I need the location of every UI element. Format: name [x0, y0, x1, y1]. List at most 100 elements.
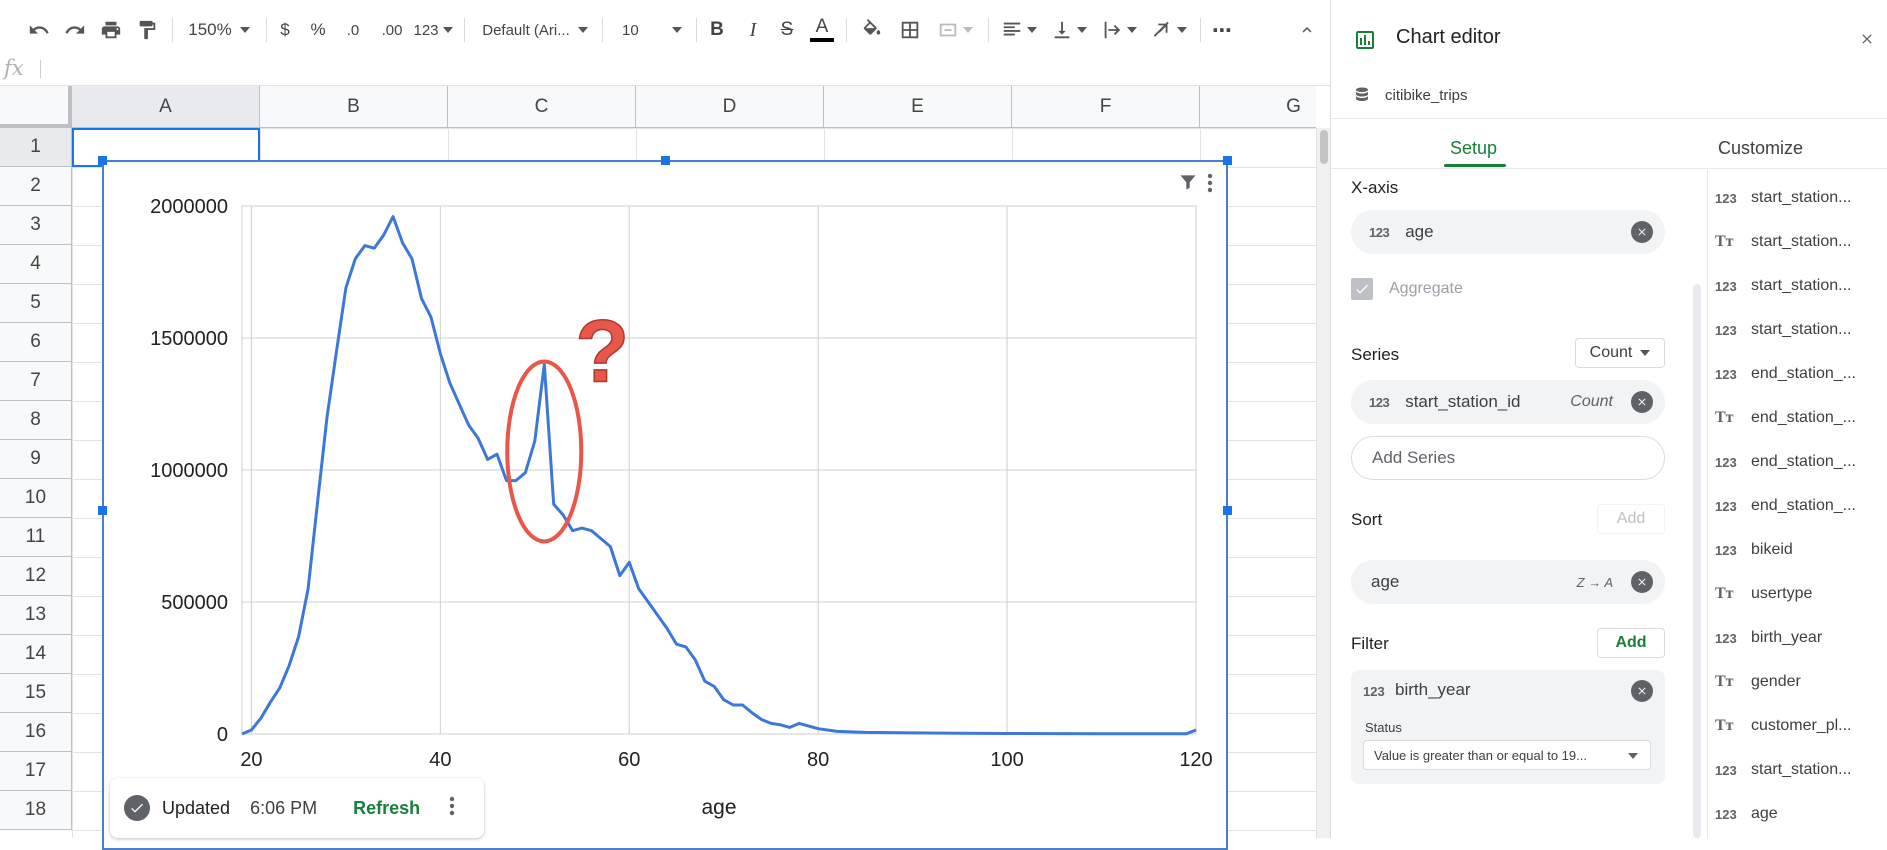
merge-cells-button[interactable]: [932, 14, 978, 46]
column-header-d[interactable]: D: [636, 86, 824, 128]
chart-filter-button[interactable]: [1178, 172, 1198, 197]
setup-scrollbar[interactable]: [1693, 284, 1701, 838]
remove-sort-button[interactable]: [1631, 571, 1653, 593]
number-format-select[interactable]: 123: [410, 14, 456, 46]
field-item[interactable]: Tт end_station_...: [1715, 398, 1856, 438]
column-header-b[interactable]: B: [260, 86, 448, 128]
field-item[interactable]: Tт customer_pl...: [1715, 706, 1851, 746]
row-header-2[interactable]: 2: [0, 167, 72, 206]
field-item[interactable]: 123 birth_year: [1715, 618, 1822, 658]
field-item[interactable]: 123 start_station...: [1715, 266, 1852, 306]
column-header-a[interactable]: A: [72, 86, 260, 128]
vertical-align-button[interactable]: [1048, 14, 1090, 46]
italic-button[interactable]: I: [740, 14, 766, 46]
print-button[interactable]: [96, 14, 126, 46]
remove-filter-button[interactable]: [1631, 680, 1653, 702]
filter-icon: [1180, 175, 1196, 190]
row-header-7[interactable]: 7: [0, 362, 72, 401]
percent-format-button[interactable]: %: [306, 14, 330, 46]
field-item[interactable]: 123 end_station_...: [1715, 442, 1856, 482]
field-item[interactable]: 123 end_station_...: [1715, 354, 1856, 394]
row-header-10[interactable]: 10: [0, 479, 72, 518]
text-wrap-button[interactable]: [1098, 14, 1140, 46]
font-size-select[interactable]: 10: [612, 14, 688, 46]
column-header-c[interactable]: C: [448, 86, 636, 128]
field-item[interactable]: 123 end_station_...: [1715, 486, 1856, 526]
series-aggregation-select[interactable]: Count: [1575, 338, 1665, 368]
fill-color-button[interactable]: [858, 14, 886, 46]
field-item[interactable]: 123 start_station...: [1715, 310, 1852, 350]
row-header-5[interactable]: 5: [0, 284, 72, 323]
row-header-4[interactable]: 4: [0, 245, 72, 284]
column-header-f[interactable]: F: [1012, 86, 1200, 128]
remove-series-button[interactable]: [1631, 391, 1653, 413]
increase-decimal-button[interactable]: .00: [374, 14, 410, 46]
row-header-14[interactable]: 14: [0, 635, 72, 674]
select-all-corner[interactable]: [0, 86, 72, 128]
paint-format-button[interactable]: [132, 14, 162, 46]
row-header-13[interactable]: 13: [0, 596, 72, 635]
aggregate-checkbox[interactable]: Aggregate: [1351, 278, 1463, 300]
add-series-button[interactable]: Add Series: [1351, 436, 1665, 480]
row-header-15[interactable]: 15: [0, 674, 72, 713]
decrease-decimal-button[interactable]: .0: [338, 14, 368, 46]
series-field-chip[interactable]: 123 start_station_id Count: [1351, 380, 1665, 424]
field-item[interactable]: 123 start_station...: [1715, 750, 1852, 790]
embedded-chart[interactable]: 0 500000 1000000 1500000 2000000 20 40 60 80 100 1…: [98, 156, 1232, 850]
filter-status-select[interactable]: Value is greater than or equal to 19...: [1363, 740, 1651, 770]
field-item[interactable]: Tт gender: [1715, 662, 1801, 702]
remove-xaxis-button[interactable]: [1631, 221, 1653, 243]
field-item[interactable]: 123 start_station...: [1715, 178, 1852, 218]
redo-button[interactable]: [60, 14, 90, 46]
row-header-3[interactable]: 3: [0, 206, 72, 245]
refresh-button[interactable]: Refresh: [353, 798, 420, 819]
sort-field-chip[interactable]: age Z → A: [1351, 560, 1665, 604]
row-header-6[interactable]: 6: [0, 323, 72, 362]
column-header-g[interactable]: G: [1200, 86, 1316, 128]
resize-handle-top-left[interactable]: [98, 156, 107, 165]
tab-setup[interactable]: Setup: [1450, 138, 1497, 159]
undo-button[interactable]: [24, 14, 54, 46]
zoom-select[interactable]: 150%: [184, 14, 254, 46]
horizontal-align-button[interactable]: [998, 14, 1040, 46]
text-rotation-button[interactable]: [1148, 14, 1190, 46]
scrollbar-thumb[interactable]: [1320, 130, 1328, 164]
resize-handle-left[interactable]: [98, 506, 107, 515]
text-color-label: A: [815, 16, 829, 37]
row-header-16[interactable]: 16: [0, 713, 72, 752]
bold-button[interactable]: B: [704, 14, 730, 46]
row-header-8[interactable]: 8: [0, 401, 72, 440]
row-header-11[interactable]: 11: [0, 518, 72, 557]
tab-customize[interactable]: Customize: [1718, 138, 1803, 159]
chart-menu-button[interactable]: [1206, 172, 1214, 199]
close-editor-button[interactable]: [1859, 31, 1875, 52]
add-sort-button[interactable]: Add: [1597, 504, 1665, 534]
collapse-toolbar-button[interactable]: [1294, 14, 1320, 46]
strikethrough-button[interactable]: S: [774, 14, 800, 46]
xaxis-field-chip[interactable]: 123 age: [1351, 210, 1665, 254]
resize-handle-top-right[interactable]: [1223, 156, 1232, 165]
row-header-17[interactable]: 17: [0, 752, 72, 791]
row-header-12[interactable]: 12: [0, 557, 72, 596]
sort-order-toggle[interactable]: Z → A: [1577, 575, 1613, 590]
data-source[interactable]: citibike_trips: [1353, 86, 1468, 104]
currency-format-button[interactable]: $: [274, 14, 296, 46]
more-button[interactable]: ⋯: [1210, 14, 1234, 46]
add-filter-button[interactable]: Add: [1597, 628, 1665, 658]
filter-card[interactable]: 123 birth_year Status Value is greater t…: [1351, 670, 1665, 784]
text-color-button[interactable]: A: [808, 14, 836, 46]
updated-more-button[interactable]: [448, 795, 456, 822]
field-item[interactable]: 123 age: [1715, 794, 1778, 834]
field-item[interactable]: Tт usertype: [1715, 574, 1812, 614]
resize-handle-top[interactable]: [661, 156, 670, 165]
row-header-1[interactable]: 1: [0, 128, 72, 167]
vertical-scrollbar[interactable]: [1316, 128, 1330, 838]
column-header-e[interactable]: E: [824, 86, 1012, 128]
field-item[interactable]: Tт start_station...: [1715, 222, 1852, 262]
row-header-9[interactable]: 9: [0, 440, 72, 479]
font-family-select[interactable]: Default (Ari...: [476, 14, 594, 46]
borders-button[interactable]: [896, 14, 924, 46]
field-item[interactable]: 123 bikeid: [1715, 530, 1793, 570]
row-header-18[interactable]: 18: [0, 791, 72, 830]
resize-handle-right[interactable]: [1223, 506, 1232, 515]
